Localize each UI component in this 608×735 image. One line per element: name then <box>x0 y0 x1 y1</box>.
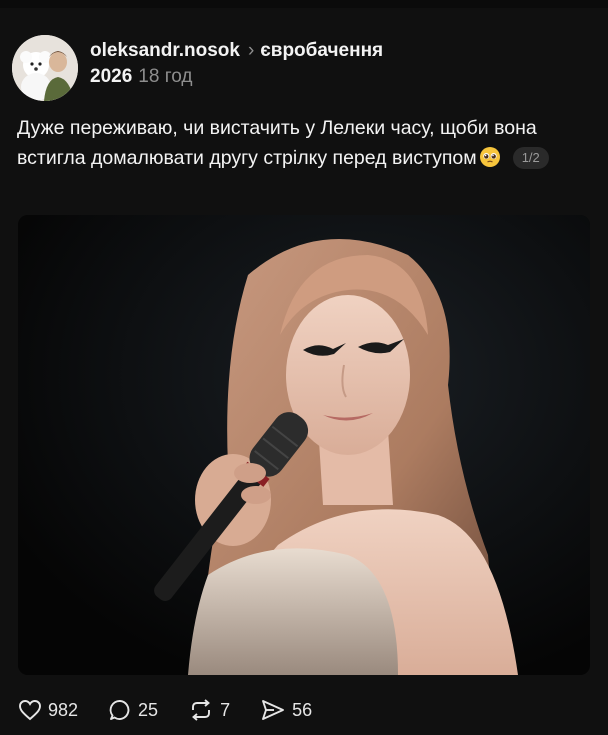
post-text: Дуже переживаю, чи вистачить у Лелеки ча… <box>17 117 537 169</box>
performer-photo <box>18 215 590 675</box>
heart-icon <box>19 700 41 721</box>
author-avatar[interactable] <box>12 35 78 101</box>
repost-icon <box>192 699 211 721</box>
post-media[interactable] <box>18 215 590 675</box>
pleading-face-emoji <box>479 147 500 167</box>
avatar-image <box>12 35 78 101</box>
repost-button[interactable]: 7 <box>188 698 230 722</box>
top-edge <box>0 0 608 8</box>
send-icon <box>262 700 285 720</box>
chevron-right-icon: › <box>247 40 255 61</box>
repost-count: 7 <box>220 699 231 720</box>
author-username[interactable]: oleksandr.nosok <box>90 40 240 61</box>
post-actions: 982 25 7 56 <box>18 696 342 724</box>
like-button[interactable]: 982 <box>18 699 78 721</box>
post-meta: 2026 18 год <box>90 66 192 88</box>
topic-year[interactable]: 2026 <box>90 66 132 87</box>
share-count: 56 <box>292 699 313 720</box>
like-count: 982 <box>48 699 79 720</box>
comment-button[interactable]: 25 <box>108 698 158 722</box>
comment-count: 25 <box>138 699 159 720</box>
post-header: oleksandr.nosok › євробачення <box>90 40 383 62</box>
media-counter: 1/2 <box>512 147 549 169</box>
comment-bubble-icon <box>109 700 130 720</box>
post-body: Дуже переживаю, чи вистачить у Лелеки ча… <box>17 113 592 173</box>
topic-tag[interactable]: євробачення <box>260 40 383 61</box>
post-timestamp: 18 год <box>138 66 193 87</box>
share-button[interactable]: 56 <box>260 698 312 722</box>
